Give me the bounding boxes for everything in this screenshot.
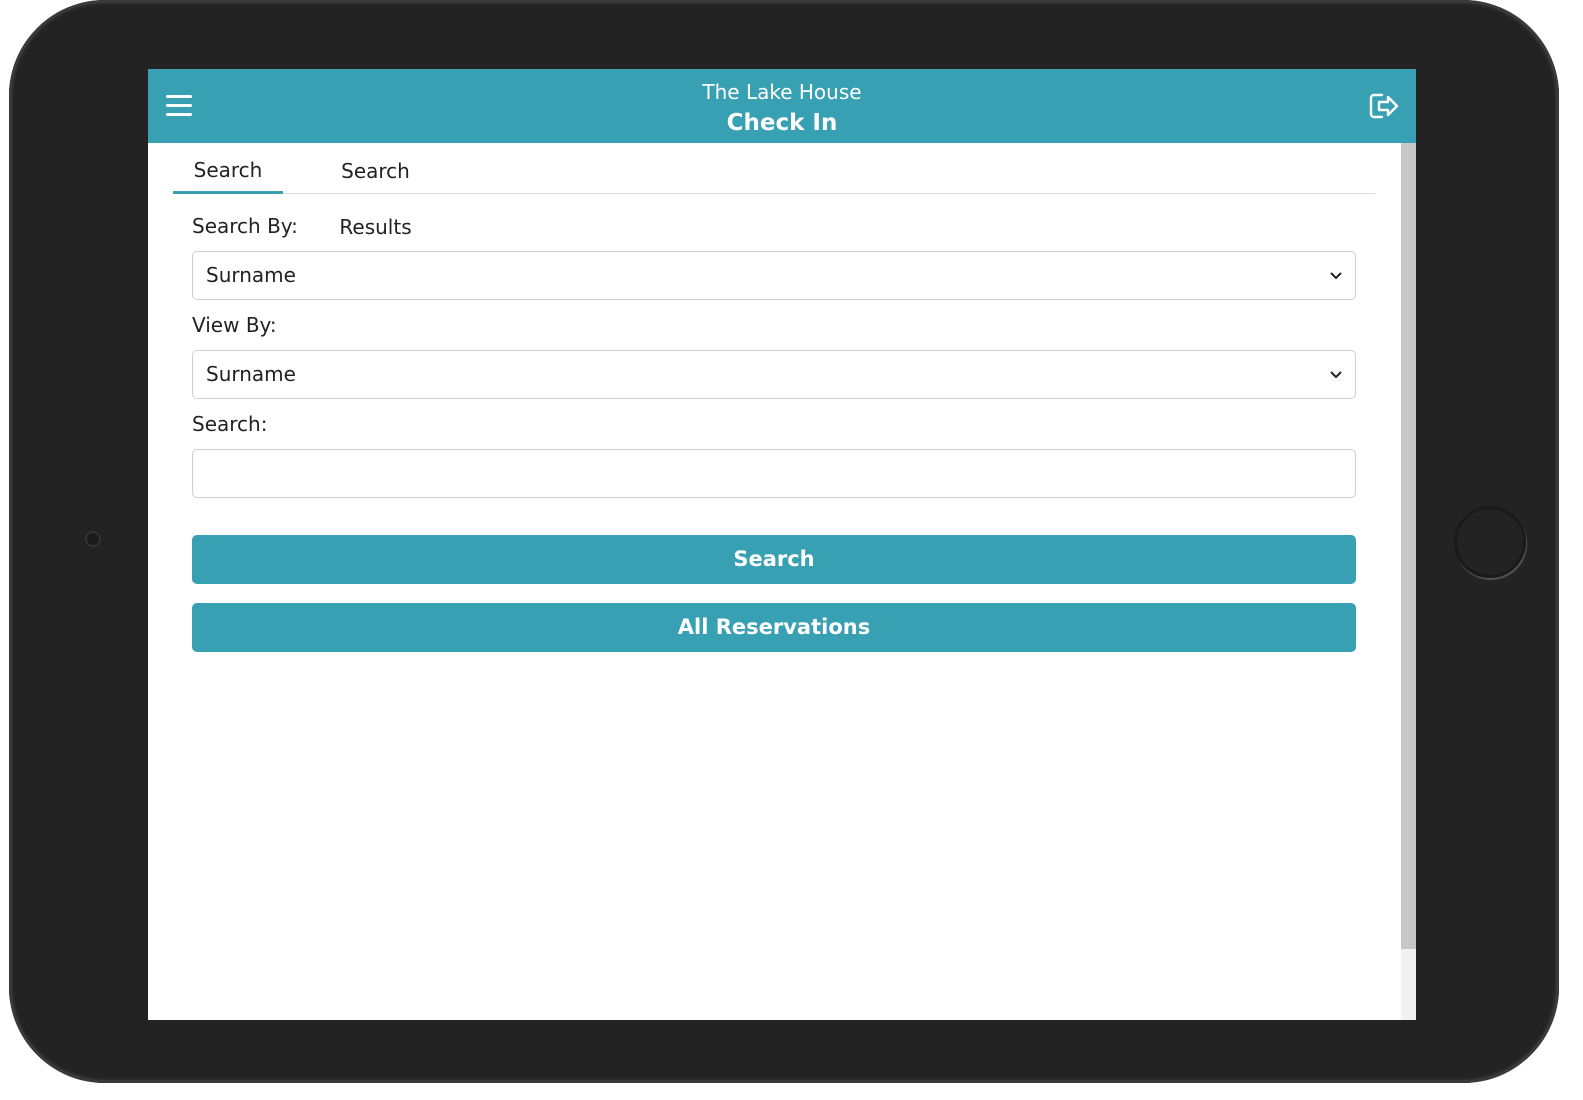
search-by-value: Surname	[206, 263, 296, 287]
search-input[interactable]	[192, 449, 1356, 498]
chevron-down-icon	[1330, 371, 1342, 379]
app-screen: The Lake House Check In Search Search Re…	[148, 69, 1416, 1020]
scrollbar-thumb[interactable]	[1401, 143, 1416, 949]
search-by-label: Search By:	[192, 214, 298, 238]
view-by-value: Surname	[206, 362, 296, 386]
camera-icon	[85, 531, 101, 547]
page-title: Check In	[726, 110, 838, 136]
all-reservations-button[interactable]: All Reservations	[192, 603, 1356, 652]
scrollbar[interactable]	[1401, 143, 1416, 1020]
search-label: Search:	[192, 412, 268, 436]
search-button[interactable]: Search	[192, 535, 1356, 584]
home-button[interactable]	[1454, 506, 1526, 578]
chevron-down-icon	[1330, 272, 1342, 280]
view-by-label: View By:	[192, 313, 277, 337]
app-title: The Lake House	[702, 80, 862, 104]
tab-bar: Search Search Results	[173, 143, 1375, 239]
tab-search[interactable]: Search	[173, 143, 283, 194]
logout-icon[interactable]	[1368, 91, 1400, 121]
top-bar: The Lake House Check In	[148, 69, 1416, 143]
view-by-select[interactable]: Surname	[192, 350, 1356, 399]
search-by-select[interactable]: Surname	[192, 251, 1356, 300]
tab-search-results[interactable]: Search Results	[303, 143, 448, 239]
